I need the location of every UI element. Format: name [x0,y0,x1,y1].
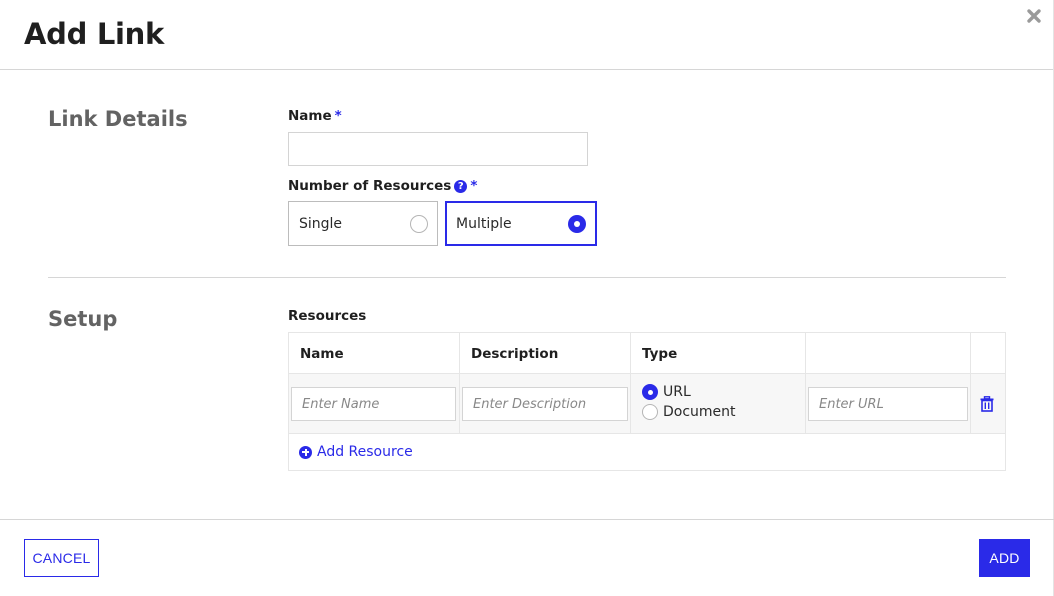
option-single-label: Single [299,215,343,232]
cell-description [460,374,631,433]
column-header-type: Type [631,333,806,373]
column-header-description: Description [460,333,631,373]
cell-type: URL Document [631,374,806,433]
option-single[interactable]: Single [288,201,438,246]
section-divider [48,277,1006,278]
type-option-url[interactable]: URL [642,384,691,400]
cell-name [289,374,460,433]
column-header-actions [971,333,1005,373]
required-marker: * [334,108,342,124]
close-icon[interactable] [1026,8,1042,24]
section-title-link-details: Link Details [48,107,188,131]
column-header-name: Name [289,333,460,373]
radio-multiple[interactable] [568,215,586,233]
type-url-label: URL [663,384,691,400]
resources-label: Resources [288,308,367,324]
add-button[interactable]: ADD [979,539,1030,577]
add-resource-button[interactable]: Add Resource [299,444,413,460]
section-title-setup: Setup [48,307,118,331]
column-header-url [806,333,971,373]
radio-url[interactable] [642,384,658,400]
resources-count-label: Number of Resources ? * [288,178,477,194]
type-option-document[interactable]: Document [642,404,736,420]
resource-description-input[interactable] [462,387,628,421]
table-row: URL Document [289,373,1005,434]
name-label-text: Name [288,108,332,124]
dialog-header: Add Link [0,0,1054,70]
name-input[interactable] [288,132,588,166]
type-document-label: Document [663,404,736,420]
cancel-button[interactable]: CANCEL [24,539,99,577]
option-multiple[interactable]: Multiple [445,201,597,246]
option-multiple-label: Multiple [456,215,512,232]
add-resource-label: Add Resource [317,444,413,460]
trash-icon[interactable] [980,396,994,412]
radio-document[interactable] [642,404,658,420]
resource-name-input[interactable] [291,387,456,421]
radio-single[interactable] [410,215,428,233]
cell-url [806,374,971,433]
plus-circle-icon [299,445,312,459]
resource-url-input[interactable] [808,387,968,421]
name-label: Name * [288,108,342,124]
required-marker: * [470,178,478,194]
footer-divider [0,519,1054,520]
resources-table: Name Description Type URL Document [288,332,1006,471]
dialog-title: Add Link [24,17,165,51]
help-icon[interactable]: ? [454,179,468,193]
resources-count-label-text: Number of Resources [288,178,452,194]
